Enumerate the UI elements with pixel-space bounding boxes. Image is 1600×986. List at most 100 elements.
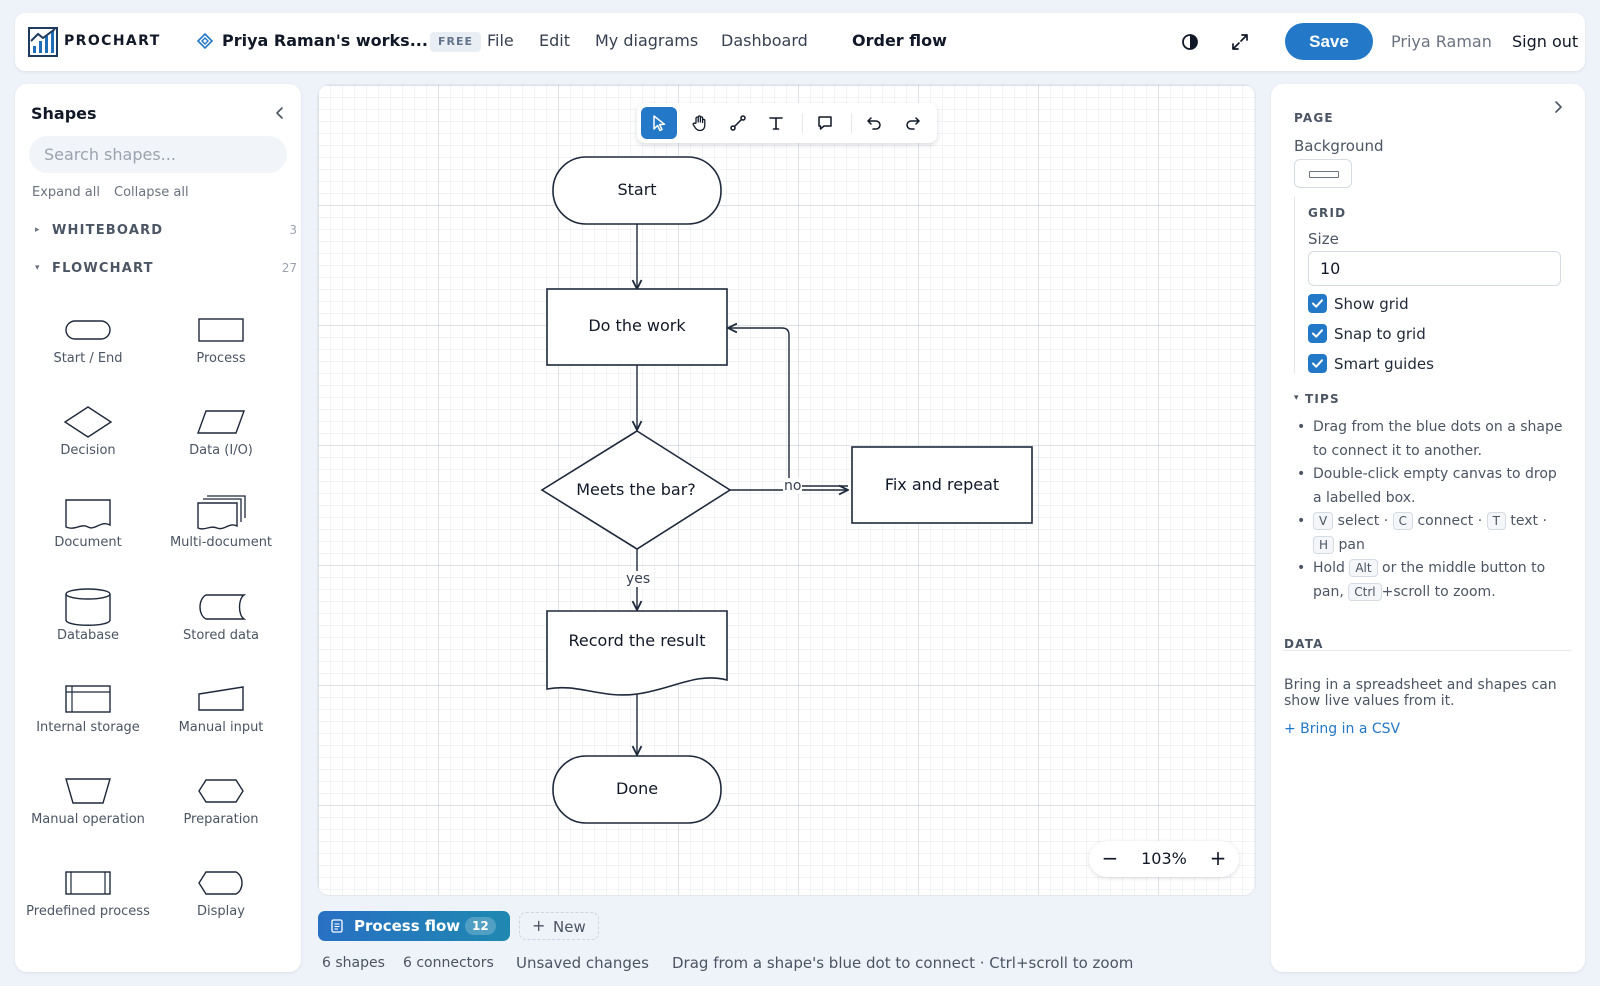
status-connector-count: 6 connectors: [403, 955, 494, 971]
contrast-icon[interactable]: [1179, 31, 1201, 53]
nav-my-diagrams[interactable]: My diagrams: [595, 31, 698, 50]
tip-text: text ·: [1505, 513, 1547, 529]
connector-fix-to-work[interactable]: [728, 328, 848, 487]
search-shapes-input[interactable]: [29, 136, 287, 173]
status-save-state: Unsaved changes: [516, 954, 649, 972]
connector-tool-button[interactable]: [720, 107, 756, 139]
current-diagram-title[interactable]: Order flow: [852, 31, 947, 50]
save-button[interactable]: Save: [1285, 23, 1373, 60]
shape-preparation[interactable]: Preparation: [155, 761, 287, 841]
smart-guides-checkbox[interactable]: Smart guides: [1308, 353, 1568, 375]
undo-button[interactable]: [856, 107, 892, 139]
shape-document[interactable]: Document: [22, 484, 154, 564]
new-tab-button[interactable]: + New: [519, 912, 599, 940]
background-color-picker[interactable]: [1294, 159, 1352, 188]
expand-icon[interactable]: [1229, 31, 1251, 53]
bring-in-csv-link[interactable]: + Bring in a CSV: [1284, 721, 1400, 737]
user-name[interactable]: Priya Raman: [1391, 32, 1492, 51]
snap-to-grid-checkbox[interactable]: Snap to grid: [1308, 323, 1568, 345]
multi-document-shape-icon: [197, 495, 246, 530]
grid-size-input[interactable]: [1308, 251, 1561, 286]
pan-tool-button[interactable]: [681, 107, 717, 139]
shape-multi-document[interactable]: Multi-document: [155, 484, 287, 564]
checkbox-checked[interactable]: [1308, 354, 1327, 373]
caret-down-icon: ▾: [35, 263, 40, 273]
section-count: 27: [281, 261, 297, 275]
kbd-key: C: [1392, 512, 1414, 530]
kbd-key: Ctrl: [1348, 582, 1382, 601]
prochart-logo-icon[interactable]: [28, 27, 58, 57]
checkbox-checked[interactable]: [1308, 324, 1327, 343]
shape-label: Manual input: [178, 720, 264, 735]
expand-all-link[interactable]: Expand all: [32, 185, 100, 200]
display-shape-icon: [198, 871, 243, 895]
shapes-panel: Shapes Expand all Collapse all ▸ WHITEBO…: [15, 84, 301, 972]
shape-display[interactable]: Display: [155, 853, 287, 933]
shape-internal-storage[interactable]: Internal storage: [22, 669, 154, 749]
shape-manual-operation[interactable]: Manual operation: [22, 761, 154, 841]
checkbox-label: Snap to grid: [1334, 325, 1426, 343]
redo-button[interactable]: [895, 107, 931, 139]
section-count: 3: [289, 223, 297, 237]
tip-text: connect ·: [1413, 513, 1487, 529]
text-tool-button[interactable]: [758, 107, 794, 139]
section-flowchart[interactable]: ▾ FLOWCHART 27: [35, 261, 297, 281]
shape-label: Process: [196, 351, 246, 366]
tip-item: Drag from the blue dots on a shape to co…: [1295, 416, 1567, 463]
data-io-shape-icon: [197, 410, 245, 434]
top-bar: PROCHART Priya Raman's works... FREE Fil…: [15, 13, 1585, 71]
sign-out-link[interactable]: Sign out: [1512, 32, 1578, 51]
edge-label-yes: yes: [624, 571, 653, 587]
stored-data-shape-icon: [199, 594, 246, 620]
document-shape-icon: [65, 499, 111, 529]
shape-database[interactable]: Database: [22, 577, 154, 657]
tips-heading[interactable]: TIPS: [1305, 392, 1340, 406]
section-whiteboard[interactable]: ▸ WHITEBOARD 3: [35, 223, 297, 243]
comment-tool-button[interactable]: [807, 107, 843, 139]
data-heading: DATA: [1284, 637, 1324, 651]
data-description: Bring in a spreadsheet and shapes can sh…: [1284, 677, 1557, 709]
menu-edit[interactable]: Edit: [539, 31, 570, 50]
undo-icon: [867, 117, 881, 130]
zoom-out-button[interactable]: −: [1098, 847, 1122, 871]
menu-file[interactable]: File: [487, 31, 514, 50]
zoom-control: − 103% +: [1089, 841, 1239, 877]
shape-data-io[interactable]: Data (I/O): [155, 392, 287, 472]
zoom-level[interactable]: 103%: [1134, 849, 1194, 868]
shape-label: Internal storage: [36, 720, 140, 735]
shape-manual-input[interactable]: Manual input: [155, 669, 287, 749]
tips-list: Drag from the blue dots on a shape to co…: [1295, 416, 1567, 604]
chevron-left-icon[interactable]: [273, 106, 287, 120]
shape-stored-data[interactable]: Stored data: [155, 577, 287, 657]
checkbox-label: Show grid: [1334, 295, 1409, 313]
section-label: WHITEBOARD: [52, 223, 164, 238]
node-record-the-result[interactable]: [546, 610, 728, 696]
shape-predefined-process[interactable]: Predefined process: [22, 853, 154, 933]
shape-label: Preparation: [183, 812, 259, 827]
nav-dashboard[interactable]: Dashboard: [721, 31, 808, 50]
shape-process[interactable]: Process: [155, 300, 287, 380]
shape-decision[interactable]: Decision: [22, 392, 154, 472]
color-swatch-icon: [1309, 171, 1339, 178]
terminator-shape-icon: [65, 320, 111, 340]
shapes-panel-title: Shapes: [31, 104, 97, 123]
section-label: FLOWCHART: [52, 261, 154, 276]
show-grid-checkbox[interactable]: Show grid: [1308, 293, 1568, 315]
tip-text: pan: [1334, 536, 1365, 553]
status-hint: Drag from a shape's blue dot to connect …: [672, 954, 1134, 972]
zoom-in-button[interactable]: +: [1206, 847, 1230, 871]
checkbox-checked[interactable]: [1308, 294, 1327, 313]
shape-start-end[interactable]: Start / End: [22, 300, 154, 380]
edge-label-no: no: [783, 478, 803, 494]
chevron-right-icon[interactable]: [1551, 100, 1565, 114]
workspace-switcher[interactable]: Priya Raman's works...: [222, 31, 428, 50]
hand-icon: [692, 115, 706, 132]
collapse-all-link[interactable]: Collapse all: [114, 185, 189, 200]
shape-label: Document: [54, 535, 122, 550]
node-label-start: Start: [617, 180, 657, 199]
grid-size-label: Size: [1308, 230, 1339, 248]
tab-process-flow[interactable]: Process flow 12: [318, 911, 510, 941]
caret-down-icon[interactable]: ▾: [1294, 393, 1300, 403]
select-tool-button[interactable]: [641, 107, 677, 139]
diagram-canvas[interactable]: Start Do the work Meets the bar? Fix and…: [317, 84, 1256, 896]
